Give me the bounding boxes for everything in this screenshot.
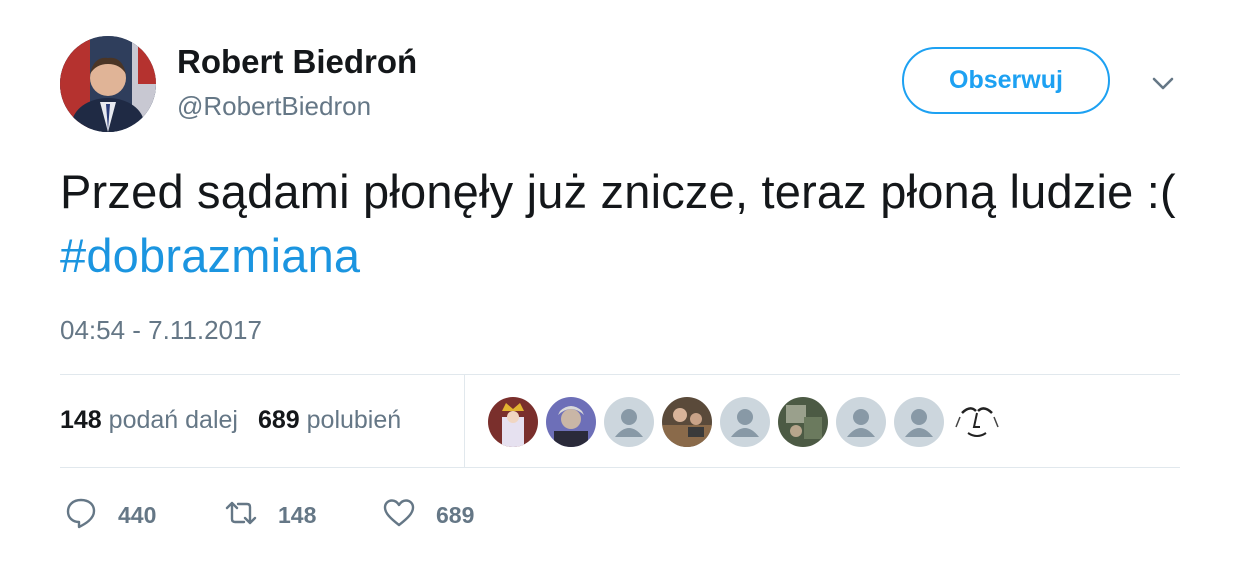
author-handle[interactable]: @RobertBiedron (177, 90, 371, 122)
reply-count: 440 (118, 501, 157, 528)
divider-vertical (464, 375, 465, 467)
default-avatar-icon[interactable] (836, 397, 886, 447)
default-avatar-icon[interactable] (720, 397, 770, 447)
heart-icon (382, 496, 416, 535)
liker-avatar[interactable] (488, 397, 538, 447)
retweets-stat-count: 148 (60, 406, 102, 434)
default-avatar-icon[interactable] (604, 397, 654, 447)
reply-button[interactable]: 440 (64, 496, 224, 535)
likers-avatar-list (488, 397, 1002, 447)
chevron-down-icon[interactable] (1148, 68, 1178, 98)
liker-avatar[interactable] (546, 397, 596, 447)
default-avatar-icon[interactable] (894, 397, 944, 447)
retweets-stat-label: podań dalej (108, 406, 238, 434)
author-name[interactable]: Robert Biedroń (177, 42, 417, 82)
liker-avatar[interactable] (662, 397, 712, 447)
author-avatar[interactable] (60, 36, 156, 132)
engagement-stats: 148 podań dalej 689 polubień (60, 404, 401, 436)
follow-button[interactable]: Obserwuj (902, 47, 1110, 114)
likes-stat[interactable]: 689 polubień (258, 406, 401, 434)
divider-top (60, 374, 1180, 375)
avatar-photo (60, 36, 156, 132)
tweet-actions: 440 148 689 (64, 494, 474, 536)
like-button[interactable]: 689 (382, 496, 474, 535)
likes-stat-count: 689 (257, 406, 300, 434)
retweet-icon (224, 496, 258, 535)
reply-icon (64, 496, 98, 535)
divider-bottom (60, 467, 1180, 468)
retweets-stat[interactable]: 148 podań dalej (60, 406, 238, 434)
face-drawing-avatar[interactable] (952, 397, 1002, 447)
likes-stat-label: polubień (306, 406, 402, 434)
retweet-button[interactable]: 148 (224, 496, 382, 535)
hashtag-link[interactable]: #dobrazmiana (60, 229, 360, 282)
tweet-body: Przed sądami płonęły już znicze, teraz p… (60, 165, 1176, 218)
liker-avatar[interactable] (778, 397, 828, 447)
retweet-count: 148 (278, 501, 317, 528)
tweet-timestamp[interactable]: 04:54 - 7.11.2017 (60, 314, 262, 346)
like-count: 689 (436, 501, 475, 528)
tweet-text: Przed sądami płonęły już znicze, teraz p… (60, 160, 1200, 288)
